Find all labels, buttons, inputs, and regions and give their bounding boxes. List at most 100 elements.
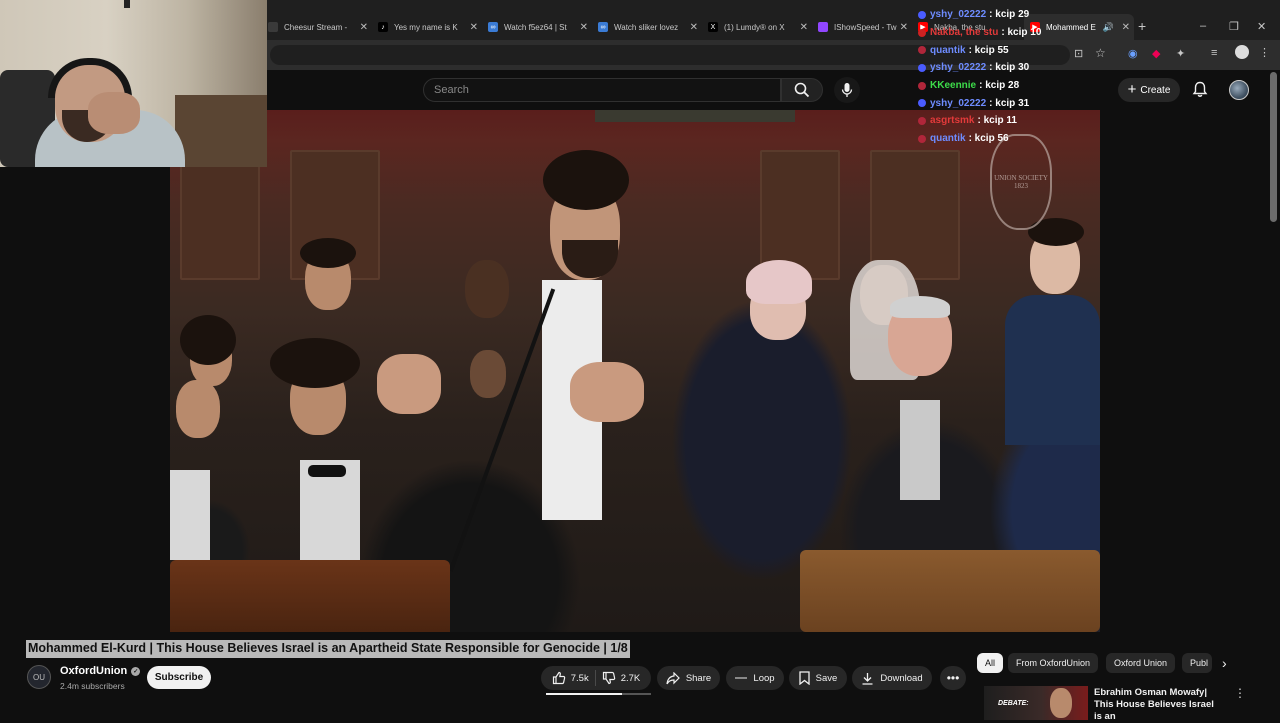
chat-message: quantik: kcip 56 bbox=[914, 130, 1114, 148]
close-window-button[interactable]: ✕ bbox=[1257, 20, 1266, 33]
like-button[interactable]: 7.5k bbox=[552, 671, 589, 685]
account-avatar[interactable] bbox=[1229, 80, 1249, 100]
close-icon[interactable]: ✕ bbox=[690, 22, 698, 33]
generic-icon bbox=[268, 22, 278, 32]
page-scrollbar[interactable] bbox=[1270, 72, 1277, 222]
video-title: Mohammed El-Kurd | This House Believes I… bbox=[26, 640, 630, 658]
chip-public[interactable]: Publ bbox=[1182, 653, 1212, 673]
subscribe-button[interactable]: Subscribe bbox=[147, 666, 211, 689]
stream-icon: ∞ bbox=[488, 22, 498, 32]
tab-watch-f5ez64[interactable]: ∞ Watch f5ez64 | St ✕ bbox=[482, 14, 592, 40]
chip-all[interactable]: All bbox=[977, 653, 1004, 673]
notifications-button[interactable] bbox=[1192, 81, 1208, 103]
download-button[interactable]: Download bbox=[852, 666, 932, 690]
oxford-union-crest: UNION SOCIETY 1823 bbox=[990, 134, 1052, 230]
search-button[interactable] bbox=[781, 78, 823, 102]
bell-icon bbox=[1192, 81, 1208, 97]
chevron-right-icon[interactable]: › bbox=[1222, 655, 1227, 671]
channel-avatar[interactable]: OU bbox=[27, 665, 51, 689]
twitch-icon bbox=[818, 22, 828, 32]
user-badge-icon bbox=[918, 134, 926, 143]
user-badge-icon bbox=[918, 10, 926, 19]
chat-message: yshy_02222: kcip 31 bbox=[914, 94, 1114, 112]
extensions-puzzle-icon[interactable]: ✦ bbox=[1176, 47, 1185, 60]
subscriber-count: 2.4m subscribers bbox=[60, 681, 125, 691]
close-icon[interactable]: ✕ bbox=[580, 22, 588, 33]
streamer-webcam bbox=[0, 0, 267, 167]
tab-cheesur-stream[interactable]: Cheesur Stream - ✕ bbox=[262, 14, 372, 40]
recommendation-menu-icon[interactable]: ⋮ bbox=[1234, 686, 1246, 700]
speaker-hand bbox=[377, 354, 441, 414]
new-tab-button[interactable]: + bbox=[1138, 18, 1146, 34]
speaker-hair bbox=[543, 150, 629, 210]
audience-hair bbox=[180, 315, 236, 365]
tab-x-lumdy[interactable]: X (1) Lumdy® on X ✕ bbox=[702, 14, 812, 40]
loop-icon bbox=[735, 677, 748, 679]
channel-name[interactable]: OxfordUnion ✓ bbox=[60, 665, 141, 677]
dislike-button[interactable]: 2.7K bbox=[602, 671, 640, 685]
close-icon[interactable]: ✕ bbox=[1122, 22, 1130, 33]
close-icon[interactable]: ✕ bbox=[470, 22, 478, 33]
chat-message: yshy_02222: kcip 30 bbox=[914, 59, 1114, 77]
grey-hair bbox=[890, 296, 950, 318]
close-icon[interactable]: ✕ bbox=[800, 22, 808, 33]
search-input[interactable]: Search bbox=[423, 78, 781, 102]
divider bbox=[594, 670, 596, 686]
extension-icon[interactable]: ◆ bbox=[1152, 47, 1160, 60]
user-badge-icon bbox=[918, 116, 926, 125]
pink-beanie bbox=[746, 260, 812, 304]
chat-message: KKeennie: kcip 28 bbox=[914, 77, 1114, 95]
tab-tiktok[interactable]: ♪ Yes my name is K ✕ bbox=[372, 14, 482, 40]
audience-hair bbox=[300, 238, 356, 268]
thumbs-up-icon bbox=[552, 671, 565, 685]
share-button[interactable]: Share bbox=[657, 666, 720, 690]
stream-icon: ∞ bbox=[598, 22, 608, 32]
x-icon: X bbox=[708, 22, 718, 32]
minimize-button[interactable]: – bbox=[1200, 20, 1206, 32]
close-icon[interactable]: ✕ bbox=[900, 22, 908, 33]
chat-overlay: yshy_02222: kcip 29 Nakba, the stu: kcip… bbox=[914, 6, 1114, 148]
maximize-button[interactable]: ❐ bbox=[1229, 20, 1239, 33]
chat-message: Nakba, the stu: kcip 10 bbox=[914, 24, 1114, 42]
video-player[interactable]: UNION SOCIETY 1823 bbox=[170, 110, 1100, 632]
audience-shirt bbox=[170, 470, 210, 560]
menu-kebab-icon[interactable]: ⋮ bbox=[1259, 46, 1270, 59]
camera-stand bbox=[124, 0, 130, 8]
chip-from-oxfordunion[interactable]: From OxfordUnion bbox=[1008, 653, 1099, 673]
tab-watch-sliker[interactable]: ∞ Watch sliker lovez ✕ bbox=[592, 14, 702, 40]
like-ratio-bar bbox=[546, 693, 651, 695]
streamer-hand bbox=[88, 92, 140, 134]
speaker-hand bbox=[570, 362, 644, 422]
user-badge-icon bbox=[918, 63, 926, 72]
window-frame bbox=[595, 110, 795, 122]
create-button[interactable]: + Create bbox=[1118, 78, 1180, 102]
user-badge-icon bbox=[918, 28, 926, 37]
profile-avatar-icon[interactable] bbox=[1235, 45, 1249, 59]
thumbnail-face bbox=[1050, 688, 1072, 718]
thumbs-down-icon bbox=[602, 671, 615, 685]
share-icon bbox=[666, 671, 680, 684]
background-shelf bbox=[175, 95, 267, 167]
recommended-video-title[interactable]: Ebrahim Osman Mowafy| This House Believe… bbox=[1094, 687, 1224, 723]
voice-search-button[interactable] bbox=[834, 77, 860, 103]
close-icon[interactable]: ✕ bbox=[360, 22, 368, 33]
audience-face bbox=[176, 380, 220, 438]
microphone-stand bbox=[448, 288, 556, 572]
extension-audio-icon[interactable]: ◉ bbox=[1128, 47, 1138, 60]
wooden-desk bbox=[800, 550, 1100, 632]
chat-message: quantik: kcip 55 bbox=[914, 41, 1114, 59]
tab-ishowspeed[interactable]: IShowSpeed - Tw ✕ bbox=[812, 14, 912, 40]
loop-button[interactable]: Loop bbox=[726, 666, 784, 690]
more-actions-button[interactable]: ••• bbox=[940, 666, 966, 690]
like-dislike-group: 7.5k 2.7K bbox=[541, 666, 651, 690]
bookmark-icon bbox=[799, 671, 810, 685]
user-badge-icon bbox=[918, 99, 926, 108]
download-icon bbox=[862, 672, 873, 685]
media-control-icon[interactable]: ≡ bbox=[1211, 47, 1217, 59]
audience-face bbox=[465, 260, 509, 318]
wooden-bench bbox=[170, 560, 450, 632]
save-button[interactable]: Save bbox=[789, 666, 847, 690]
verified-check-icon: ✓ bbox=[131, 666, 141, 676]
recommended-video-thumbnail[interactable]: DEBATE: bbox=[984, 686, 1088, 720]
chip-oxford-union[interactable]: Oxford Union bbox=[1106, 653, 1176, 673]
